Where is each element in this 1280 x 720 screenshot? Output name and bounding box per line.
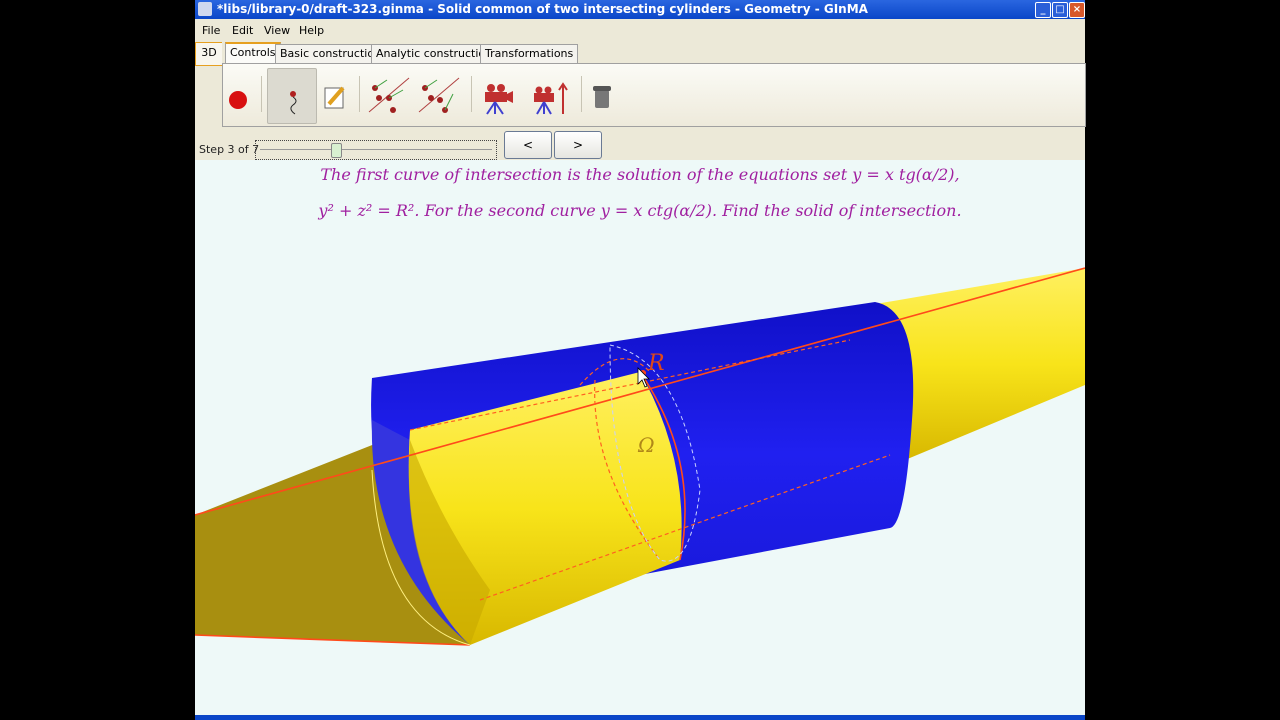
label-omega: Ω xyxy=(637,433,655,457)
label-r: R xyxy=(647,351,665,376)
window-bottom-border xyxy=(195,715,1085,720)
free-move-icon xyxy=(290,91,297,115)
trash-icon xyxy=(593,86,611,108)
menu-file[interactable]: File xyxy=(202,24,220,37)
delete-button[interactable] xyxy=(585,68,633,122)
window-title: *libs/library-0/draft-323.ginma - Solid … xyxy=(217,2,868,16)
tab-bar: 3D Controls Basic construction Analytic … xyxy=(195,42,1085,66)
camera-up-button[interactable] xyxy=(527,68,575,122)
free-move-button[interactable] xyxy=(267,68,317,124)
record-icon xyxy=(229,91,247,109)
step-slider[interactable] xyxy=(255,140,497,160)
divider xyxy=(261,76,262,112)
menu-bar: File Edit View Help xyxy=(195,20,1085,40)
camera-icon xyxy=(485,84,513,115)
step-label: Step 3 of 7 xyxy=(199,143,260,156)
title-bar: *libs/library-0/draft-323.ginma - Solid … xyxy=(195,0,1085,19)
prev-step-button[interactable]: < xyxy=(504,131,552,159)
tab-transformations[interactable]: Transformations xyxy=(480,44,579,63)
lines-points-button[interactable] xyxy=(365,68,413,122)
record-button[interactable] xyxy=(223,68,271,122)
camera-up-icon xyxy=(534,82,568,115)
divider xyxy=(581,76,582,112)
toolbar xyxy=(222,63,1086,127)
slider-track xyxy=(260,149,492,150)
minimize-button[interactable]: _ xyxy=(1035,2,1051,18)
maximize-button[interactable]: □ xyxy=(1052,2,1068,18)
divider xyxy=(471,76,472,112)
app-icon xyxy=(198,2,212,16)
menu-view[interactable]: View xyxy=(264,24,290,37)
lines-points-icon xyxy=(368,77,410,113)
lines-points-alt-button[interactable] xyxy=(415,68,463,122)
tab-controls[interactable]: Controls xyxy=(225,42,281,64)
menu-help[interactable]: Help xyxy=(299,24,324,37)
step-controls: Step 3 of 7 < > xyxy=(195,128,1085,160)
menu-edit[interactable]: Edit xyxy=(232,24,253,37)
3d-viewport[interactable]: The first curve of intersection is the s… xyxy=(195,160,1085,715)
cylinders-scene: R Ω xyxy=(195,267,1085,646)
tab-analytic-construction[interactable]: Analytic construction xyxy=(371,44,498,63)
divider xyxy=(359,76,360,112)
lines-points-alt-icon xyxy=(418,77,460,113)
tab-basic-construction[interactable]: Basic construction xyxy=(275,44,387,63)
camera-button[interactable] xyxy=(477,68,525,122)
slider-thumb[interactable] xyxy=(331,143,342,158)
next-step-button[interactable]: > xyxy=(554,131,602,159)
tab-3d[interactable]: 3D xyxy=(195,42,222,66)
app-window: *libs/library-0/draft-323.ginma - Solid … xyxy=(195,0,1086,720)
close-button[interactable]: × xyxy=(1069,2,1085,18)
